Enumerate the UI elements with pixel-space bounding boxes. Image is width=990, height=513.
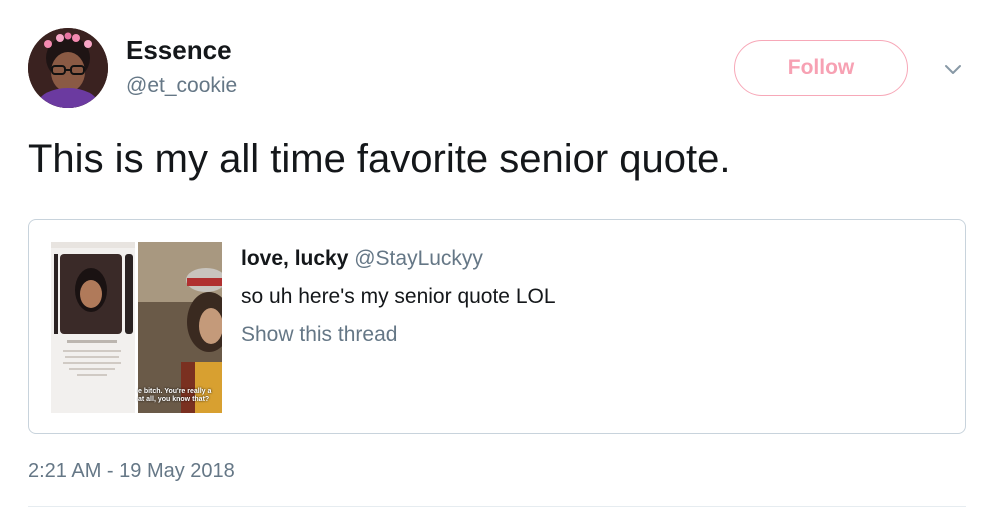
avatar-image: [28, 28, 108, 108]
author-handle[interactable]: @et_cookie: [126, 72, 237, 100]
tweet-text: This is my all time favorite senior quot…: [28, 137, 731, 181]
show-thread-link[interactable]: Show this thread: [241, 322, 397, 348]
quoted-tweet-card[interactable]: e bitch. You're really a at all, you kno…: [28, 219, 966, 434]
quoted-tweet-author[interactable]: love, lucky @StayLuckyy: [241, 246, 483, 272]
tweet-container: Essence @et_cookie Follow This is my all…: [0, 0, 990, 513]
author-avatar[interactable]: [28, 28, 108, 108]
media-caption-line: e bitch. You're really a: [138, 388, 212, 395]
author-display-name[interactable]: Essence: [126, 34, 232, 66]
quoted-author-display-name[interactable]: love, lucky: [241, 247, 348, 270]
divider: [28, 506, 966, 507]
quoted-tweet-text: so uh here's my senior quote LOL: [241, 285, 556, 308]
chevron-down-icon[interactable]: [940, 58, 966, 80]
quoted-author-handle[interactable]: @StayLuckyy: [354, 247, 483, 270]
tweet-timestamp[interactable]: 2:21 AM - 19 May 2018: [28, 458, 235, 484]
quoted-tweet-media[interactable]: e bitch. You're really a at all, you kno…: [51, 242, 222, 413]
follow-button[interactable]: Follow: [734, 40, 908, 96]
media-caption-line: at all, you know that?: [138, 396, 210, 403]
